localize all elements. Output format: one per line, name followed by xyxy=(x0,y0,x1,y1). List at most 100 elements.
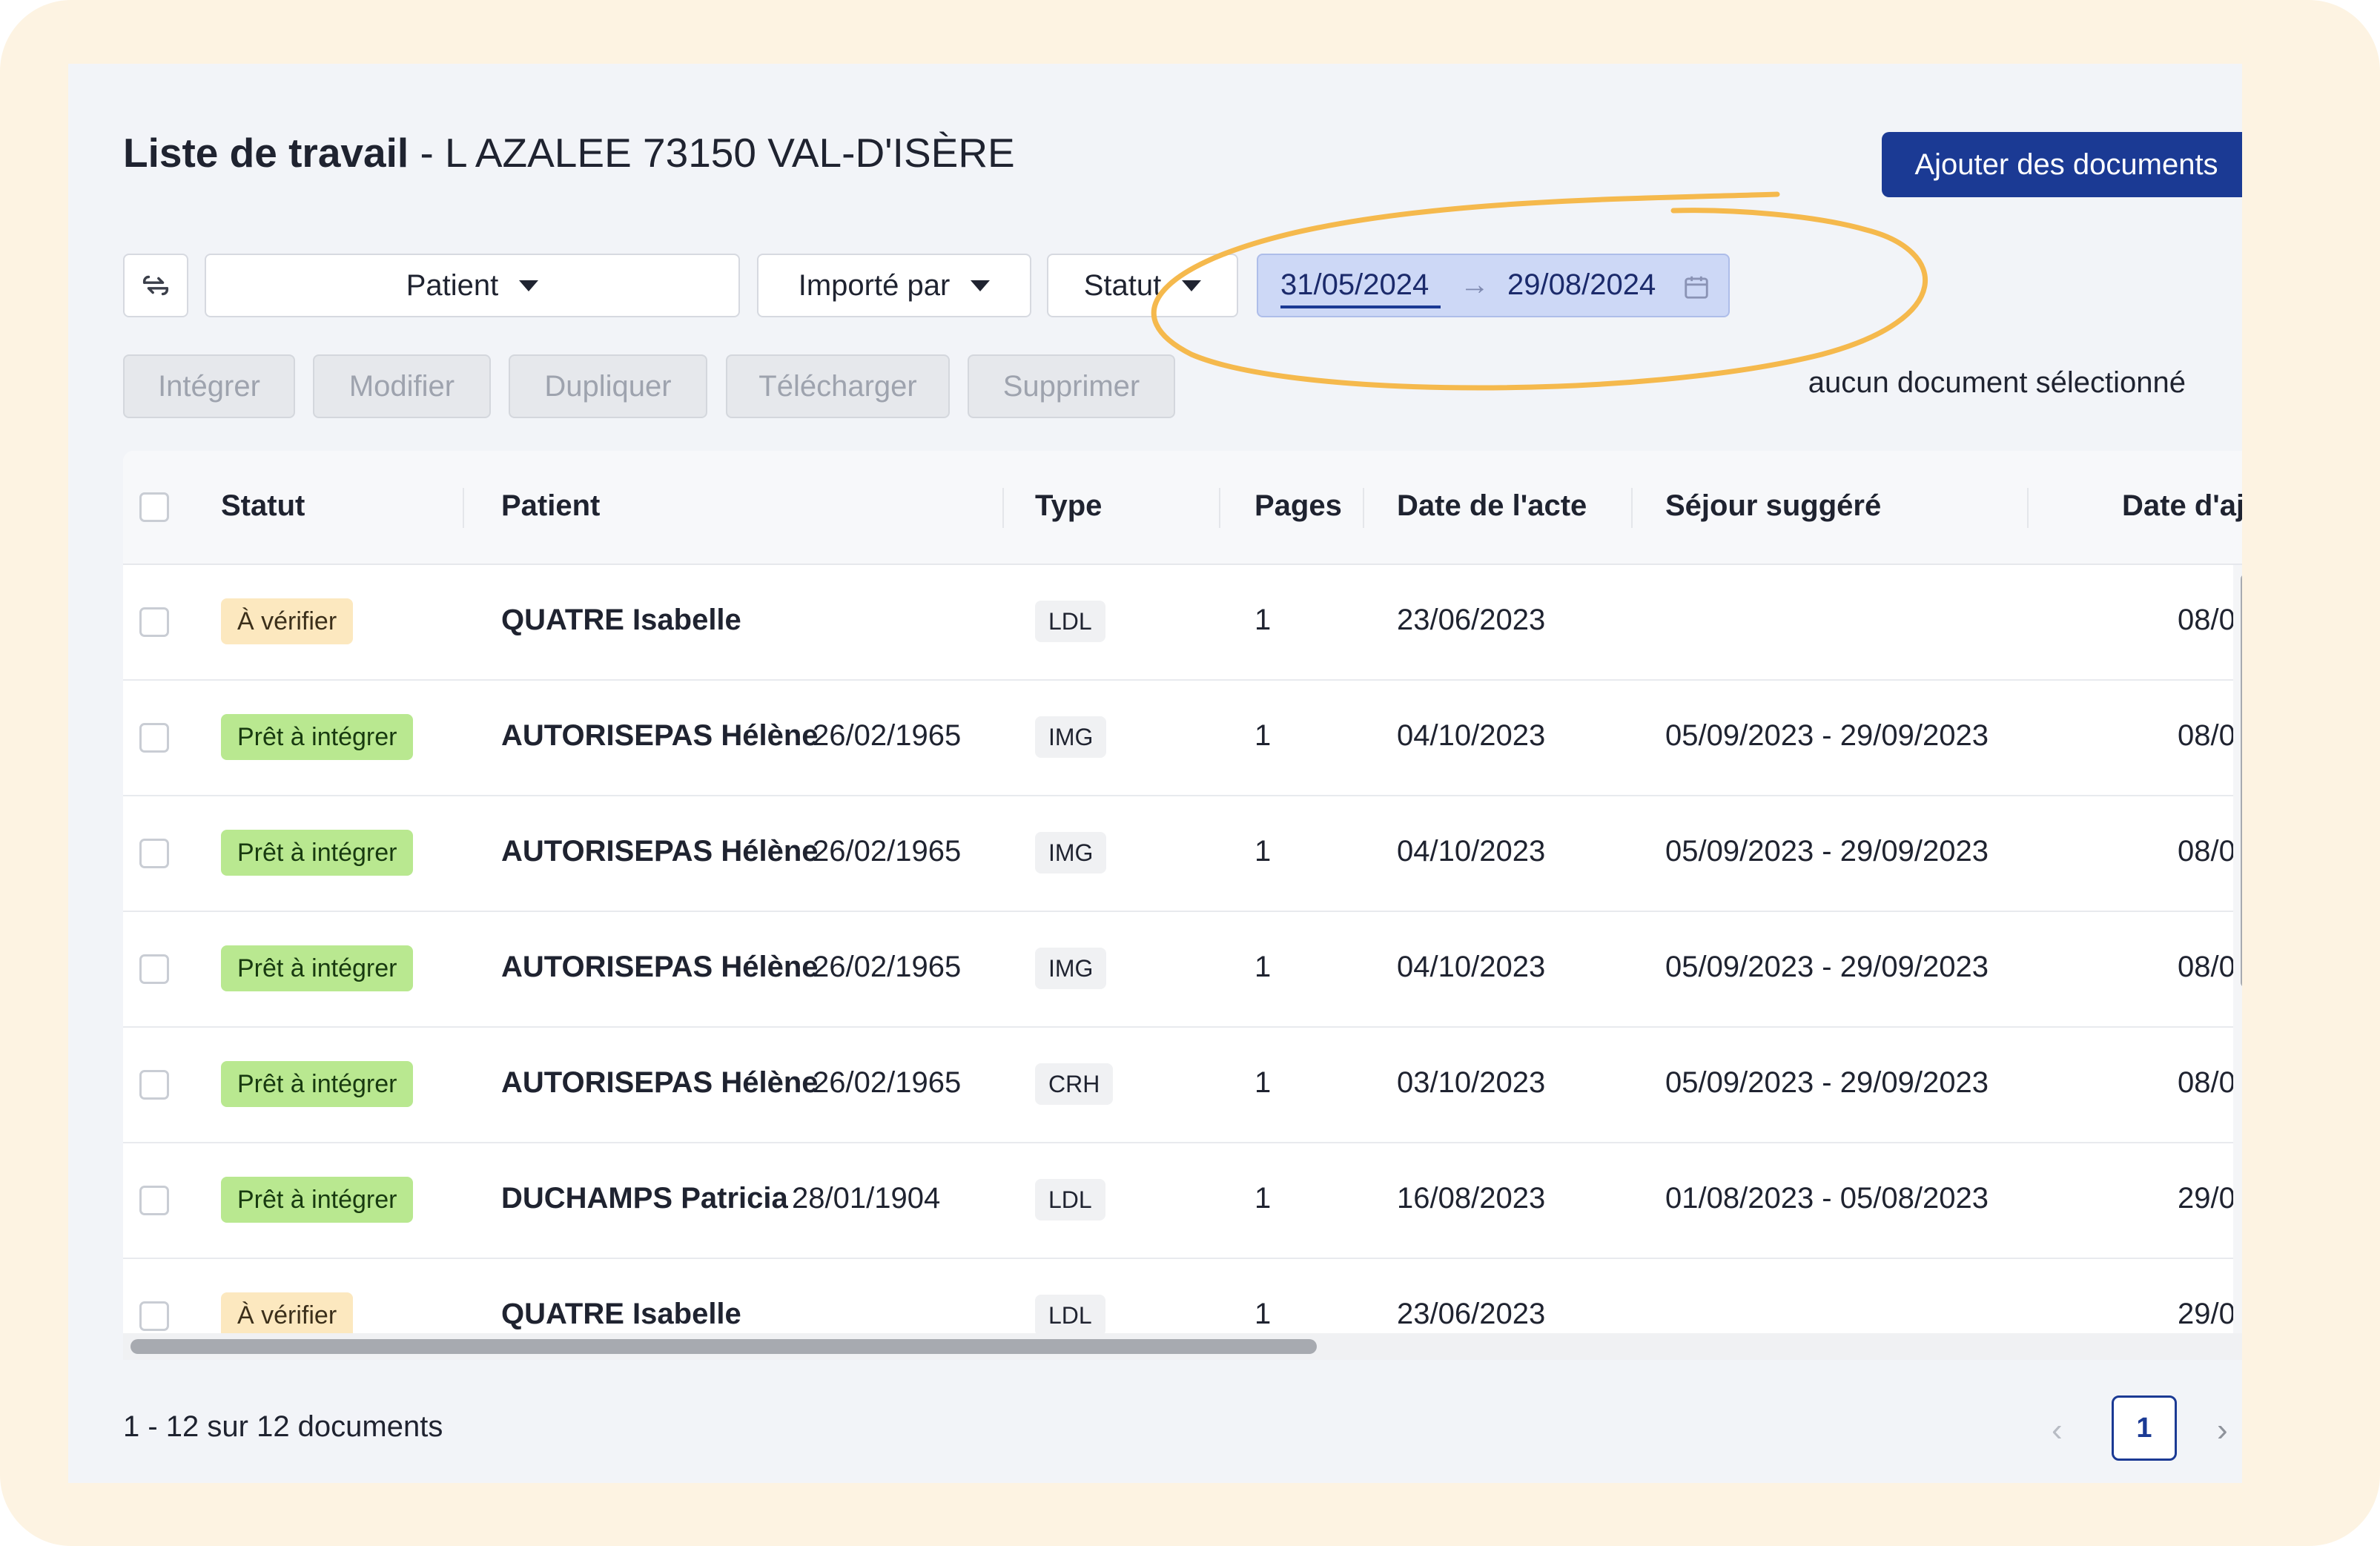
next-page-button[interactable]: › xyxy=(2217,1412,2228,1449)
date-range-arrow: → xyxy=(1460,268,1490,301)
delete-button[interactable]: Supprimer xyxy=(968,354,1175,418)
refresh-button[interactable] xyxy=(123,254,188,317)
patient-birthdate: 26/02/1965 xyxy=(813,835,962,868)
suggested-stay: 05/09/2023 - 29/09/2023 xyxy=(1665,835,1989,868)
document-type-tag: CRH xyxy=(1035,1063,1114,1105)
column-patient[interactable]: Patient xyxy=(501,489,600,523)
pages-count: 1 xyxy=(1255,1066,1272,1099)
act-date: 04/10/2023 xyxy=(1397,951,1546,983)
suggested-stay: 05/09/2023 - 29/09/2023 xyxy=(1665,1066,1989,1099)
patient-name: QUATRE Isabelle xyxy=(501,1298,741,1330)
suggested-stay: 05/09/2023 - 29/09/2023 xyxy=(1665,951,1989,983)
table-row[interactable]: Prêt à intégrer DUCHAMPS Patricia 28/01/… xyxy=(123,1143,2236,1259)
pages-count: 1 xyxy=(1255,951,1272,983)
table-row[interactable]: À vérifier QUATRE Isabelle LDL 1 23/06/2… xyxy=(123,1259,2236,1336)
row-checkbox[interactable] xyxy=(139,954,169,984)
pages-count: 1 xyxy=(1255,719,1272,752)
row-checkbox[interactable] xyxy=(139,839,169,868)
row-checkbox[interactable] xyxy=(139,723,169,753)
documents-table: Statut Patient Type Pages Date de l'acte… xyxy=(123,451,2242,1360)
row-checkbox[interactable] xyxy=(139,607,169,637)
patient-name: QUATRE Isabelle xyxy=(501,604,741,636)
patient-name: AUTORISEPAS Hélène xyxy=(501,719,819,752)
caret-down-icon xyxy=(1182,280,1202,291)
status-badge: Prêt à intégrer xyxy=(221,1061,414,1107)
table-row[interactable]: Prêt à intégrer AUTORISEPAS Hélène 26/02… xyxy=(123,1028,2236,1143)
patient-birthdate: 26/02/1965 xyxy=(813,1066,962,1099)
page-1-button[interactable]: 1 xyxy=(2112,1395,2177,1461)
selection-status: aucun document sélectionné xyxy=(1808,366,2186,399)
pages-count: 1 xyxy=(1255,835,1272,868)
download-button[interactable]: Télécharger xyxy=(726,354,950,418)
table-row[interactable]: Prêt à intégrer AUTORISEPAS Hélène 26/02… xyxy=(123,912,2236,1028)
added-date: 08/0 xyxy=(2178,719,2235,752)
column-divider xyxy=(463,488,464,528)
column-added-date[interactable]: Date d'ajo xyxy=(2122,489,2242,523)
table-row[interactable]: À vérifier QUATRE Isabelle LDL 1 23/06/2… xyxy=(123,565,2236,681)
column-divider xyxy=(1363,488,1364,528)
document-type-tag: IMG xyxy=(1035,716,1107,758)
imported-by-filter-label: Importé par xyxy=(798,268,951,302)
document-type-tag: LDL xyxy=(1035,1179,1105,1220)
date-range-picker[interactable]: 31/05/2024 → 29/08/2024 xyxy=(1257,254,1730,317)
column-pages[interactable]: Pages xyxy=(1255,489,1342,523)
column-status[interactable]: Statut xyxy=(221,489,305,523)
column-divider xyxy=(1002,488,1004,528)
page-title-location: - L AZALEE 73150 VAL-D'ISÈRE xyxy=(409,130,1015,176)
patient-name: AUTORISEPAS Hélène xyxy=(501,951,819,983)
added-date: 08/0 xyxy=(2178,1066,2235,1099)
act-date: 16/08/2023 xyxy=(1397,1182,1546,1215)
duplicate-button[interactable]: Dupliquer xyxy=(509,354,707,418)
status-badge: Prêt à intégrer xyxy=(221,1177,414,1223)
document-type-tag: IMG xyxy=(1035,948,1107,989)
date-from[interactable]: 31/05/2024 xyxy=(1280,268,1429,302)
added-date: 08/0 xyxy=(2178,835,2235,868)
act-date: 03/10/2023 xyxy=(1397,1066,1546,1099)
date-from-underline xyxy=(1280,305,1441,308)
patient-name: DUCHAMPS Patricia xyxy=(501,1182,788,1215)
status-badge: À vérifier xyxy=(221,598,354,644)
patient-filter-label: Patient xyxy=(406,268,499,302)
horizontal-scrollbar-thumb[interactable] xyxy=(130,1339,1317,1354)
act-date: 23/06/2023 xyxy=(1397,1298,1546,1330)
pages-count: 1 xyxy=(1255,1298,1272,1330)
row-checkbox[interactable] xyxy=(139,1070,169,1100)
act-date: 04/10/2023 xyxy=(1397,835,1546,868)
added-date: 08/0 xyxy=(2178,951,2235,983)
column-divider xyxy=(1219,488,1220,528)
pages-count: 1 xyxy=(1255,604,1272,636)
previous-page-button[interactable]: ‹ xyxy=(2052,1412,2063,1449)
edit-button[interactable]: Modifier xyxy=(313,354,491,418)
status-badge: Prêt à intégrer xyxy=(221,714,414,760)
patient-filter[interactable]: Patient xyxy=(205,254,740,317)
select-all-checkbox[interactable] xyxy=(139,492,169,522)
vertical-scrollbar-thumb[interactable] xyxy=(2241,574,2242,988)
row-checkbox[interactable] xyxy=(139,1186,169,1215)
document-type-tag: LDL xyxy=(1035,601,1105,642)
date-to[interactable]: 29/08/2024 xyxy=(1507,268,1656,302)
add-documents-button[interactable]: Ajouter des documents xyxy=(1882,132,2242,197)
refresh-icon xyxy=(142,275,169,296)
pages-count: 1 xyxy=(1255,1182,1272,1215)
page-title: Liste de travail - L AZALEE 73150 VAL-D'… xyxy=(123,129,1015,176)
document-type-tag: LDL xyxy=(1035,1295,1105,1336)
suggested-stay: 01/08/2023 - 05/08/2023 xyxy=(1665,1182,1989,1215)
caret-down-icon xyxy=(519,280,539,291)
column-act-date[interactable]: Date de l'acte xyxy=(1397,489,1587,523)
added-date: 29/0 xyxy=(2178,1298,2235,1330)
imported-by-filter[interactable]: Importé par xyxy=(757,254,1031,317)
column-type[interactable]: Type xyxy=(1035,489,1102,523)
status-filter[interactable]: Statut xyxy=(1047,254,1238,317)
column-suggested-stay[interactable]: Séjour suggéré xyxy=(1665,489,1881,523)
act-date: 04/10/2023 xyxy=(1397,719,1546,752)
documents-count: 1 - 12 sur 12 documents xyxy=(123,1410,443,1443)
worklist-panel: Liste de travail - L AZALEE 73150 VAL-D'… xyxy=(68,64,2242,1483)
table-header: Statut Patient Type Pages Date de l'acte… xyxy=(123,451,2242,565)
status-badge: À vérifier xyxy=(221,1292,354,1336)
row-checkbox[interactable] xyxy=(139,1301,169,1331)
table-row[interactable]: Prêt à intégrer AUTORISEPAS Hélène 26/02… xyxy=(123,796,2236,912)
integrate-button[interactable]: Intégrer xyxy=(123,354,295,418)
patient-birthdate: 28/01/1904 xyxy=(792,1182,941,1215)
patient-name: AUTORISEPAS Hélène xyxy=(501,835,819,868)
table-row[interactable]: Prêt à intégrer AUTORISEPAS Hélène 26/02… xyxy=(123,681,2236,796)
